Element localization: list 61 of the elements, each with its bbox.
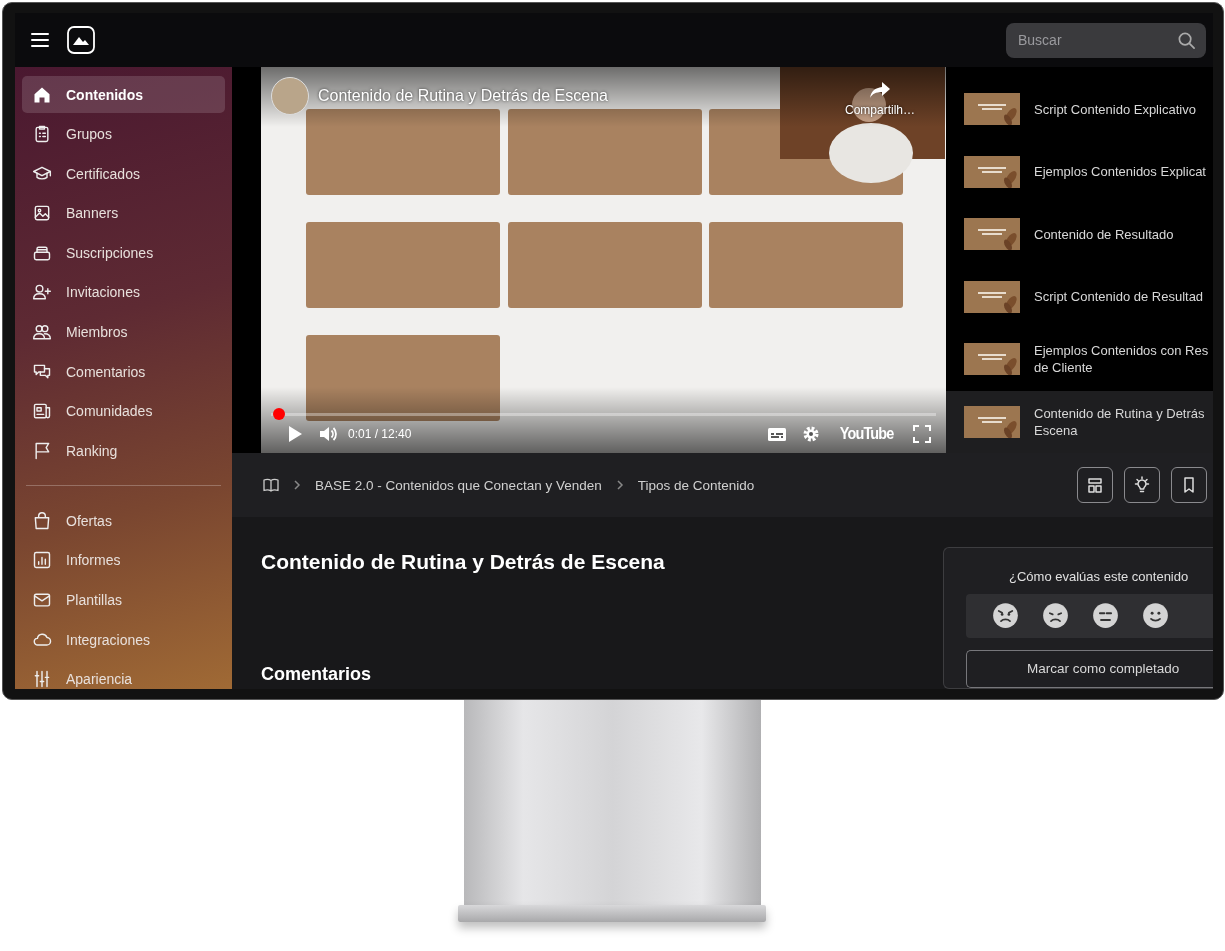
bar-chart-icon <box>32 550 52 571</box>
breadcrumb-link[interactable]: Tipos de Contenido <box>637 477 755 493</box>
sidebar-item[interactable]: Integraciones <box>22 621 225 659</box>
clipboard-icon <box>32 124 52 145</box>
sidebar-item[interactable]: Apariencia <box>22 660 225 689</box>
lightbulb-icon <box>1133 476 1151 494</box>
playlist-item[interactable]: Script Contenido Explicativo <box>946 78 1213 141</box>
lightbulb-button[interactable] <box>1124 467 1160 503</box>
search-input[interactable]: Buscar <box>1018 22 1177 58</box>
video-time: 0:01 / 12:40 <box>348 427 412 441</box>
complete-button[interactable]: Marcar como completado <box>966 649 1213 688</box>
rating-question: ¿Cómo evalúas este contenido <box>1009 569 1189 584</box>
playlist-item-title: Script Contenido Explicativo <box>1034 100 1196 118</box>
playlist-item-title: Ejemplos Contenidos con Res de Cliente <box>1034 342 1209 377</box>
sidebar-item[interactable]: Informes <box>22 541 225 579</box>
fullscreen-icon[interactable] <box>912 424 932 444</box>
playlist-item[interactable]: Ejemplos Contenidos con Res de Cliente <box>946 328 1213 391</box>
playlist-item-title: Script Contenido de Resultad <box>1034 288 1204 306</box>
smiley-face-icon[interactable] <box>1142 602 1169 630</box>
playlist-item[interactable]: Contenido de Rutina y Detrás Escena <box>946 390 1213 453</box>
book-icon[interactable] <box>263 477 279 493</box>
sidebar-item[interactable]: Ofertas <box>22 502 225 540</box>
search-field[interactable]: Buscar <box>1006 22 1206 58</box>
breadcrumb-link[interactable]: BASE 2.0 - Contenidos que Conectan y Venden <box>315 477 602 493</box>
playlist-item[interactable]: Contenido de Resultado <box>946 203 1213 266</box>
sidebar-item[interactable]: Plantillas <box>22 581 225 619</box>
menu-icon[interactable] <box>31 33 49 47</box>
chevron-right-icon <box>291 479 303 491</box>
sidebar-item[interactable]: Suscripciones <box>22 234 225 272</box>
sidebar-item[interactable]: Ranking <box>22 432 225 470</box>
layout-icon <box>1086 476 1104 494</box>
sidebar-item[interactable]: Grupos <box>22 115 225 153</box>
sidebar-item[interactable]: Miembros <box>22 313 225 351</box>
angry-face-icon[interactable] <box>992 602 1019 630</box>
sidebar-item[interactable]: Comentarios <box>22 353 225 391</box>
playlist-item-title: Contenido de Rutina y Detrás Escena <box>1034 404 1205 439</box>
progress-track[interactable] <box>271 408 936 420</box>
mountain-logo[interactable] <box>67 26 95 54</box>
sad-face-icon[interactable] <box>1042 602 1069 630</box>
playlist-item-title: Contenido de Resultado <box>1034 225 1174 243</box>
volume-icon[interactable] <box>318 424 338 444</box>
sidebar-item[interactable]: Banners <box>22 194 225 232</box>
video-player[interactable]: Contenido de Rutina y Detrás de Escena Compartilh… 0:01 / 12:40 YouTube <box>232 67 946 453</box>
bookmark-button[interactable] <box>1171 467 1207 503</box>
neutral-face-icon[interactable] <box>1092 602 1119 630</box>
comments-heading: Comentarios <box>261 664 373 685</box>
shopping-bag-icon <box>32 510 52 531</box>
sidebar-item[interactable]: Comunidades <box>22 392 225 430</box>
playlist-item-title: Ejemplos Contenidos Explicat <box>1034 163 1206 181</box>
sidebar-item[interactable]: Contenidos <box>22 76 225 113</box>
flag-icon <box>32 440 52 461</box>
sidebar-item[interactable]: Certificados <box>22 155 225 193</box>
lesson-title: Contenido de Rutina y Detrás de Escena <box>261 550 666 574</box>
playlist-item[interactable]: Ejemplos Contenidos Explicat <box>946 140 1213 203</box>
share-button[interactable]: Compartilh… <box>845 81 916 117</box>
sidebar-item[interactable]: Invitaciones <box>22 273 225 311</box>
sliders-icon <box>32 669 52 689</box>
playlist-item[interactable]: Script Contenido de Resultad <box>946 265 1213 328</box>
layout-button[interactable] <box>1077 467 1113 503</box>
share-icon[interactable] <box>869 81 891 99</box>
search-icon[interactable] <box>1177 30 1196 50</box>
